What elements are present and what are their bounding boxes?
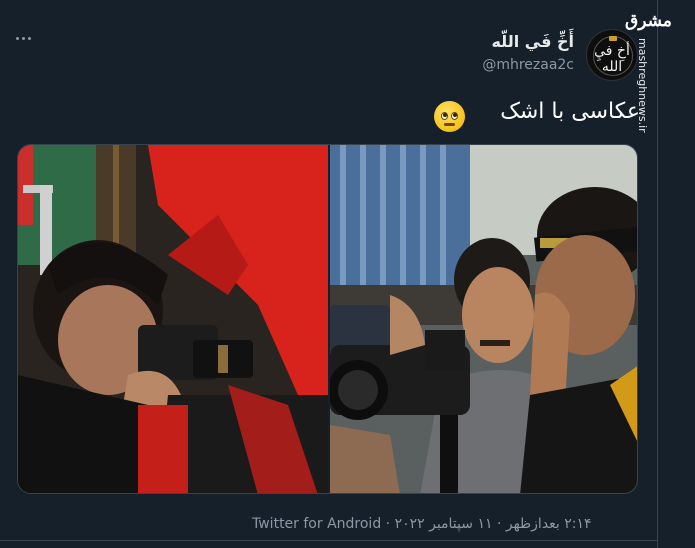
meta-separator-2: · bbox=[496, 516, 502, 532]
more-options-icon[interactable] bbox=[16, 33, 36, 43]
photo-right[interactable] bbox=[330, 145, 637, 493]
author-handle[interactable]: @mhrezaa2c bbox=[482, 57, 574, 73]
avatar-chip bbox=[609, 36, 617, 41]
tweet-time[interactable]: ۲:۱۴ بعدازظهر bbox=[506, 516, 592, 532]
author-display-name[interactable]: أَخِّ فَي اللّه bbox=[491, 32, 574, 51]
tweet-date[interactable]: ۱۱ سپتامبر ۲۰۲۲ bbox=[395, 516, 493, 532]
tweet-meta: Twitter for Android · ۱۱ سپتامبر ۲۰۲۲ · … bbox=[252, 516, 592, 532]
avatar-calligraphy: أخِ فيِ الله bbox=[594, 43, 630, 75]
right-divider bbox=[657, 0, 658, 548]
photo-left[interactable] bbox=[18, 145, 328, 493]
bottom-divider bbox=[0, 540, 657, 541]
source-link[interactable]: Twitter for Android bbox=[252, 516, 381, 532]
pleading-face-emoji-icon bbox=[434, 101, 465, 132]
tweet-media[interactable] bbox=[17, 144, 638, 494]
watermark-logo: مشرق bbox=[625, 11, 672, 31]
meta-separator-1: · bbox=[385, 516, 391, 532]
avatar[interactable]: أخِ فيِ الله bbox=[586, 29, 638, 81]
tweet-text: عکاسی با اشک bbox=[500, 99, 640, 124]
